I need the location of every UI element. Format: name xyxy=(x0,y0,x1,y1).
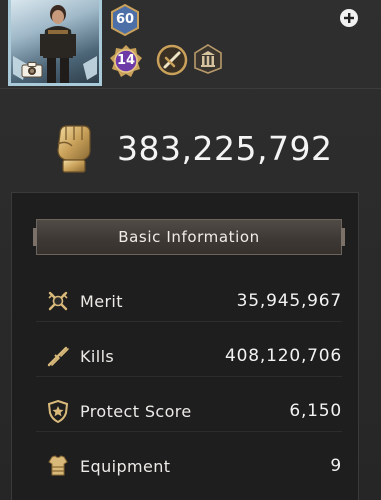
row-divider xyxy=(36,431,342,432)
stat-label: Protect Score xyxy=(80,402,192,421)
add-button[interactable] xyxy=(340,9,358,27)
camera-icon[interactable] xyxy=(21,62,43,78)
sword-emblem-icon xyxy=(156,44,188,76)
armor-icon xyxy=(48,455,68,476)
temple-badge[interactable] xyxy=(194,44,222,74)
commander-profile-panel: 60 14 383,225,792 Basic Information Meri… xyxy=(0,0,381,500)
plus-icon xyxy=(344,13,354,23)
avatar[interactable] xyxy=(8,0,102,86)
stat-label: Kills xyxy=(80,347,115,366)
stat-row-equipment: Equipment 9 xyxy=(46,454,342,482)
stat-row-merit: Merit 35,945,967 xyxy=(46,289,342,317)
frame-wing-right-icon xyxy=(83,56,97,80)
rank-value: 14 xyxy=(116,53,136,68)
stat-value: 35,945,967 xyxy=(236,291,342,311)
stat-value: 6,150 xyxy=(289,401,342,421)
header-divider xyxy=(0,88,381,89)
rank-badge[interactable]: 14 xyxy=(109,44,143,80)
row-divider xyxy=(36,376,342,377)
stat-label: Merit xyxy=(80,292,123,311)
basic-info-panel: Basic Information Merit 35,945,967 Kills… xyxy=(11,192,359,500)
stat-row-protect-score: Protect Score 6,150 xyxy=(46,399,342,427)
stat-value: 9 xyxy=(330,456,342,476)
stat-value: 408,120,706 xyxy=(225,346,342,366)
shield-star-icon xyxy=(47,399,69,423)
level-badge[interactable]: 60 xyxy=(111,4,139,36)
crossed-swords-icon xyxy=(48,291,68,311)
fist-power-icon xyxy=(57,125,91,173)
panel-title: Basic Information xyxy=(33,219,345,255)
temple-icon xyxy=(194,44,222,74)
level-value: 60 xyxy=(115,12,135,27)
stat-label: Equipment xyxy=(80,457,171,476)
sword-emblem-badge[interactable] xyxy=(156,44,188,76)
stat-row-kills: Kills 408,120,706 xyxy=(46,344,342,372)
power-value: 383,225,792 xyxy=(117,129,333,168)
row-divider xyxy=(36,321,342,322)
broken-swords-icon xyxy=(47,346,69,367)
